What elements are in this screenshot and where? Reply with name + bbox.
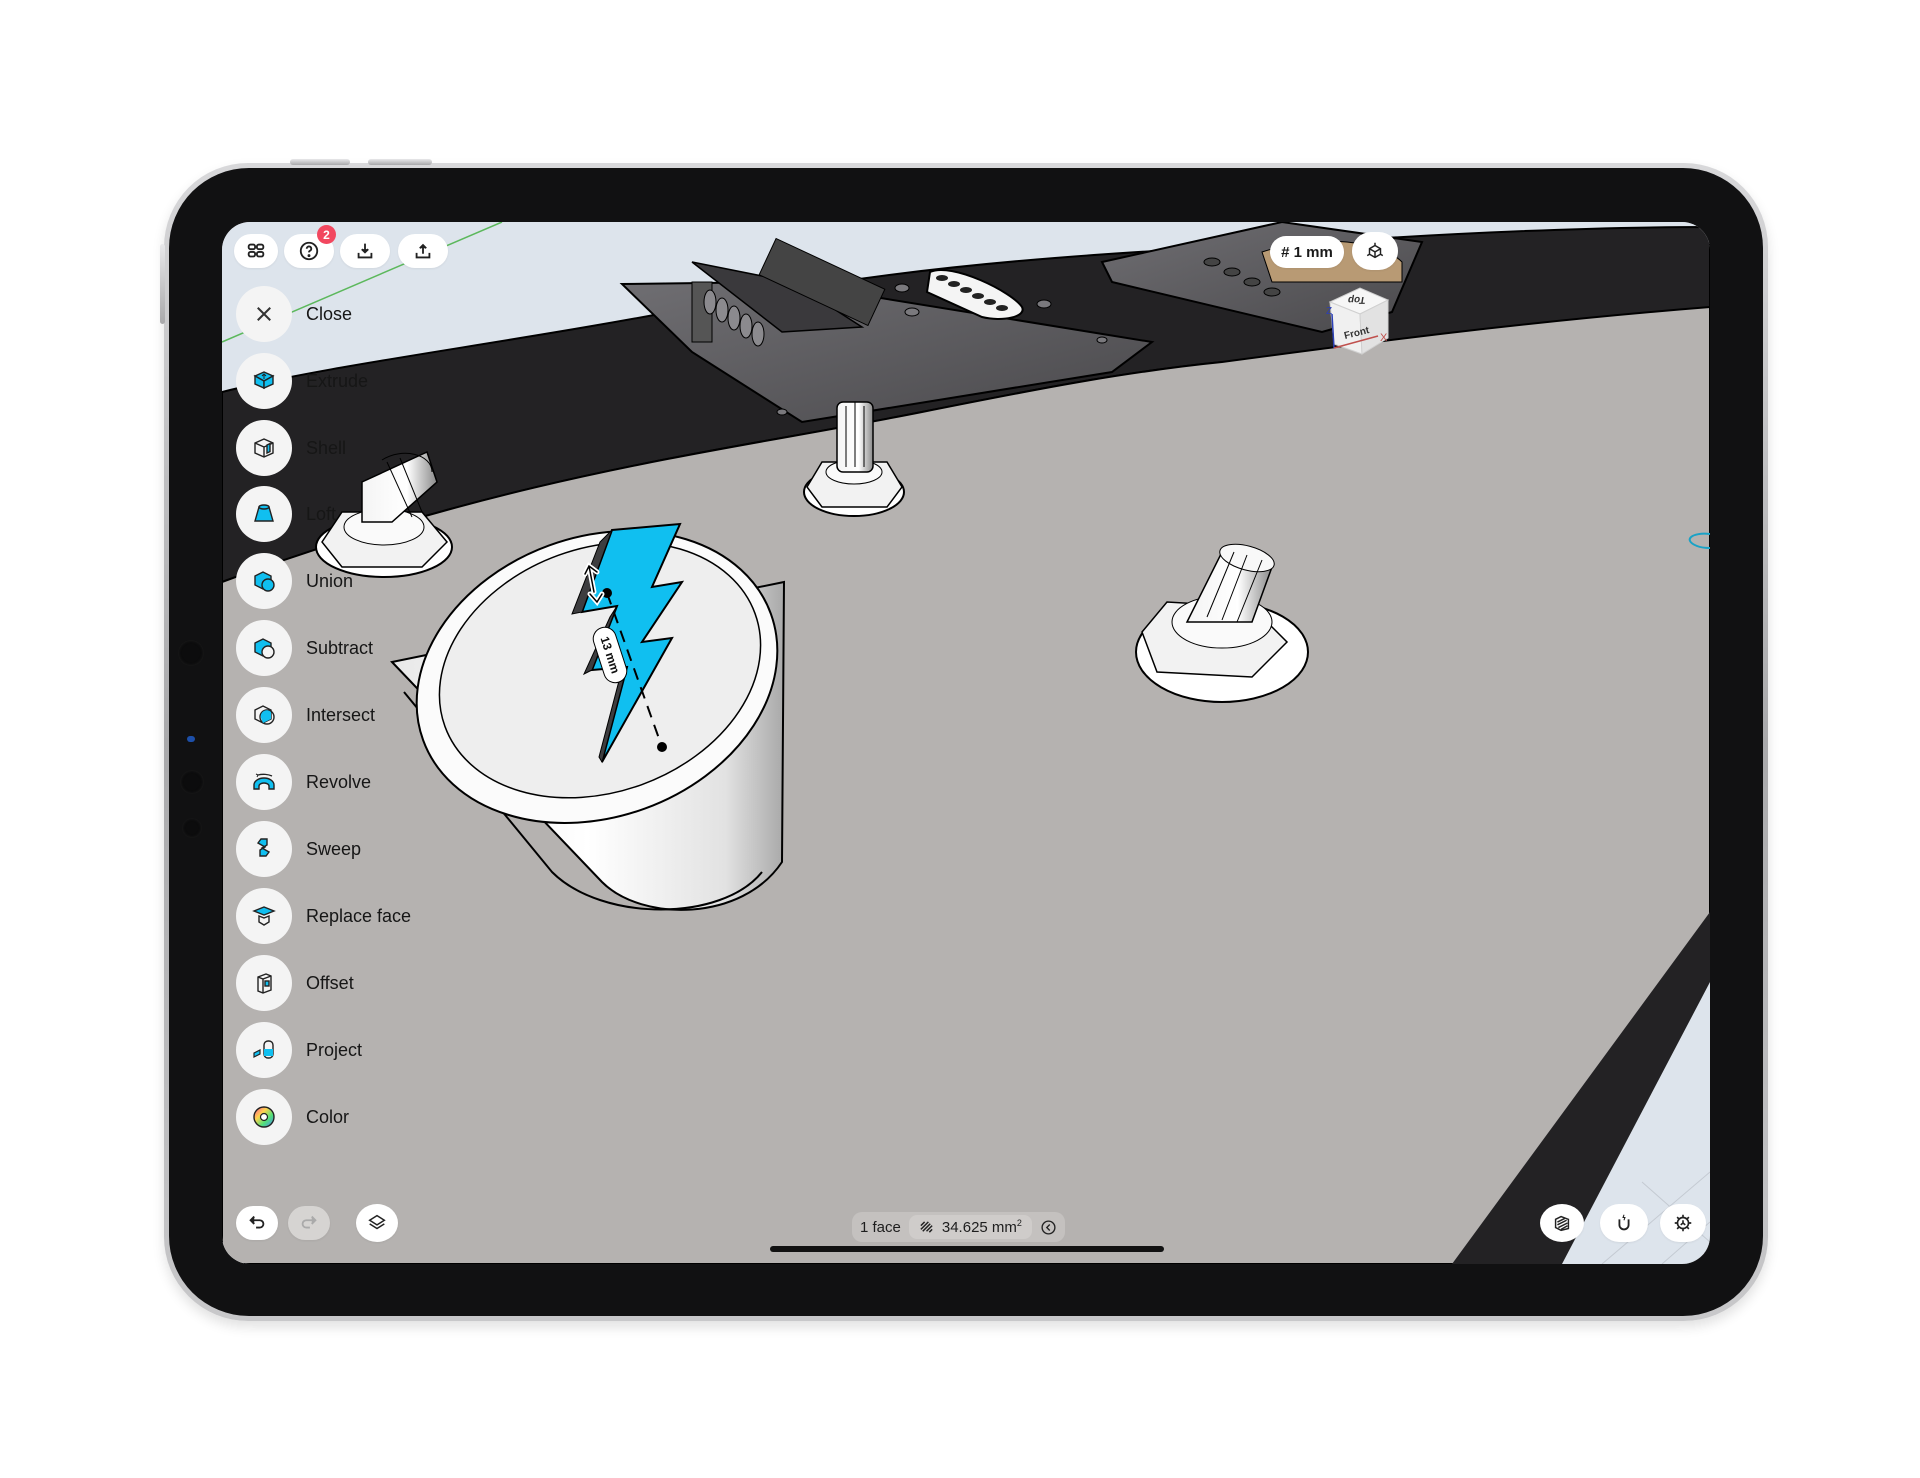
close-icon [257, 307, 271, 321]
download-tray-icon [357, 243, 373, 259]
view-cube-graphic [1328, 287, 1390, 355]
notification-badge: 2 [317, 225, 336, 244]
hatch-icon [920, 1220, 933, 1233]
sensor [180, 770, 204, 794]
view-cube-top-label[interactable]: Top [1347, 294, 1367, 305]
layers-icon [368, 1214, 386, 1230]
project-icon [253, 1040, 274, 1059]
tool-intersect[interactable]: Intersect [236, 687, 375, 743]
section-box-icon [1554, 1215, 1570, 1232]
selection-status-bar: 1 face 34.625 mm2 [852, 1212, 1065, 1242]
camera-lens [178, 640, 204, 666]
area-readout: 34.625 mm2 [908, 1215, 1032, 1239]
volume-up-button [290, 159, 350, 165]
gear-icon [1674, 1214, 1692, 1232]
app-screen: 13 mm 2 # 1 mm Top Front X Z Close Extru… [222, 222, 1710, 1264]
color-wheel-icon [253, 1106, 275, 1128]
close-menu-button[interactable]: Close [236, 286, 352, 342]
help-button[interactable]: 2 [284, 225, 336, 268]
section-view-button[interactable] [1540, 1204, 1584, 1242]
import-button[interactable] [340, 234, 390, 268]
magnet-icon [1618, 1214, 1630, 1231]
3d-viewport[interactable] [222, 222, 1710, 1264]
area-exponent: 2 [1016, 1218, 1022, 1228]
loft-icon [254, 504, 274, 522]
chevron-left-circle-icon[interactable] [1040, 1219, 1057, 1236]
home-indicator[interactable] [770, 1246, 1164, 1252]
offset-icon [257, 973, 272, 994]
union-icon [254, 571, 275, 592]
extrude-icon [253, 371, 275, 390]
selection-count: 1 face [860, 1218, 901, 1236]
tool-color[interactable]: Color [236, 1089, 349, 1145]
redo-icon [301, 1215, 317, 1229]
tool-project[interactable]: Project [236, 1022, 362, 1078]
grid-unit-button[interactable]: # 1 mm [1270, 236, 1344, 268]
power-button [160, 244, 165, 324]
tool-union[interactable]: Union [236, 553, 353, 609]
apps-grid-button[interactable] [234, 234, 278, 268]
revolve-icon [253, 773, 275, 790]
settings-button[interactable] [1660, 1204, 1706, 1242]
sensor [182, 818, 202, 838]
tool-shell[interactable]: Shell [236, 420, 346, 476]
export-button[interactable] [398, 234, 448, 268]
view-mode-button[interactable] [1352, 232, 1398, 270]
axis-z-label: Z [1326, 306, 1333, 317]
tool-sweep[interactable]: Sweep [236, 821, 361, 877]
volume-down-button [368, 159, 432, 165]
redo-button[interactable] [288, 1206, 330, 1240]
shell-icon [254, 438, 274, 458]
tool-loft[interactable]: Loft [236, 486, 336, 542]
undo-button[interactable] [236, 1206, 278, 1240]
tool-replace-face[interactable]: Replace face [236, 888, 411, 944]
snapping-button[interactable] [1600, 1204, 1648, 1242]
upload-tray-icon [415, 243, 431, 259]
axis-x-label: X [1380, 332, 1388, 344]
question-circle-icon [299, 241, 319, 261]
undo-icon [249, 1215, 265, 1229]
tool-revolve[interactable]: Revolve [236, 754, 371, 810]
tool-offset[interactable]: Offset [236, 955, 354, 1011]
view-cube[interactable]: Top Front X Z [1322, 274, 1402, 358]
area-value: 34.625 mm [941, 1219, 1017, 1236]
tool-subtract[interactable]: Subtract [236, 620, 373, 676]
replace-face-icon [252, 906, 276, 926]
cube-axes-icon [1366, 242, 1384, 259]
sweep-icon [256, 838, 271, 857]
intersect-icon [254, 705, 275, 725]
grid-icon [247, 243, 265, 258]
layers-button[interactable] [356, 1204, 398, 1242]
subtract-icon [254, 638, 275, 659]
tool-extrude[interactable]: Extrude [236, 353, 368, 409]
camera-indicator [187, 736, 195, 742]
